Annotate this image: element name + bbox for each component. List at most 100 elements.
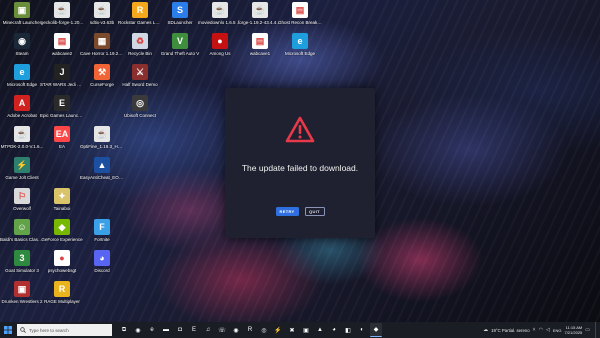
baldi-icon: ☺: [14, 219, 30, 235]
desktop-icon-label: moviedownlo 1.6.5 (1): [198, 20, 242, 25]
steam-icon[interactable]: ◉: [230, 323, 242, 337]
xbox-icon[interactable]: ✖: [286, 323, 298, 337]
recycle-bin-icon: ♻: [132, 33, 148, 49]
epic-games-icon[interactable]: E: [188, 323, 200, 337]
office-icon[interactable]: ◧: [342, 323, 354, 337]
desktop-icon-label: Game Jolt Client: [5, 175, 39, 180]
desktop-icon[interactable]: ▤ wabcave2: [40, 33, 84, 67]
desktop-icon[interactable]: ▣ Minecraft Launcher: [0, 2, 44, 36]
desktop-icon-label: Half Sword Demo: [122, 82, 158, 87]
sdlauncher-icon: S: [172, 2, 188, 18]
desktop-icon[interactable]: R RAGE Multiplayer: [40, 281, 84, 315]
desktop-icon-label: Among Us: [209, 51, 231, 56]
desktop-icon[interactable]: J STAR WARS Jedi Survivor: [40, 64, 84, 98]
ubisoft-icon[interactable]: ◎: [258, 323, 270, 337]
desktop-icon[interactable]: V Grand Theft Auto V: [158, 33, 202, 67]
edge-icon[interactable]: e: [146, 323, 158, 337]
desktop-icon[interactable]: ● Among Us: [198, 33, 242, 67]
desktop-icon-label: Discord: [94, 268, 110, 273]
game-jolt-icon[interactable]: ⚡: [272, 323, 284, 337]
rockstar-icon: R: [132, 2, 148, 18]
notifications-icon[interactable]: ▭: [585, 327, 590, 333]
desktop-icon[interactable]: ▤ wabcave1: [238, 33, 282, 67]
retry-button[interactable]: RETRY: [275, 207, 299, 216]
desktop-icon-label: GeForce Experience: [41, 237, 83, 242]
rage-mp-icon: R: [54, 281, 70, 297]
document-icon: ▤: [252, 33, 268, 49]
desktop-icon[interactable]: ☕ MTPDK-2.0.0-V.1.6...: [0, 126, 44, 160]
desktop-icon[interactable]: ◆ GeForce Experience: [40, 219, 84, 253]
desktop-icon[interactable]: F Fortnite: [80, 219, 124, 253]
desktop-icon[interactable]: ⚡ Game Jolt Client: [0, 157, 44, 191]
store-icon[interactable]: ◘: [174, 323, 186, 337]
epic-games-icon: E: [54, 95, 70, 111]
pinned-apps: ⧉ ◉ e ▬ ◘ E ♫ ☏ ◉ R ◎ ⚡ ✖ ▣ ▲ ◕ ◧ ◐ ◆: [118, 323, 382, 337]
desktop-icon[interactable]: e Microsoft Edge: [278, 33, 322, 67]
file-explorer-icon[interactable]: ▬: [160, 323, 172, 337]
desktop-icon[interactable]: S SDLauncher: [158, 2, 202, 36]
game-jolt-icon: ⚡: [14, 157, 30, 173]
desktop-icon-label: EA: [58, 144, 65, 149]
desktop-icon[interactable]: ◉ Steam: [0, 33, 44, 67]
whatsapp-icon[interactable]: ☏: [216, 323, 228, 337]
desktop-icon[interactable]: ● psychowebsgt: [40, 250, 84, 284]
desktop-icon[interactable]: ⚔ Half Sword Demo: [118, 64, 162, 98]
search-icon: [20, 327, 26, 333]
desktop-icon[interactable]: A Adobe Acrobat: [0, 95, 44, 129]
desktop-icon-label: forge-1.19.2-43.4.4... (1): [238, 20, 282, 25]
desktop-icon[interactable]: ▲ EasyAntiCheat_EOS... - Shortcut: [80, 157, 124, 191]
taskbar-search-box[interactable]: Type here to search: [17, 324, 112, 336]
desktop-icon[interactable]: ◎ Ubisoft Connect: [118, 95, 162, 129]
wifi-icon[interactable]: ◠: [539, 327, 543, 333]
task-view-icon[interactable]: ⧉: [118, 323, 130, 337]
jedi-icon: J: [54, 64, 70, 80]
spotify-icon[interactable]: ♫: [202, 323, 214, 337]
desktop-icon[interactable]: R Rockstar Games Launcher: [118, 2, 162, 36]
chevron-up-icon[interactable]: ˄: [533, 327, 536, 333]
volume-icon[interactable]: ◁: [546, 327, 550, 333]
desktop-icon[interactable]: ◕ Discord: [80, 250, 124, 284]
java-file-icon: ☕: [94, 2, 110, 18]
desktop-icon[interactable]: ⚐ Overwolf: [0, 188, 44, 222]
java-file-icon: ☕: [54, 2, 70, 18]
desktop-icon[interactable]: ✦ Tainaboi: [40, 188, 84, 222]
desktop-icon-label: Grand Theft Auto V: [160, 51, 200, 56]
clock-date: 7/21/2025: [564, 330, 583, 335]
desktop-icon[interactable]: 3 Goat Simulator 3: [0, 250, 44, 284]
java-file-icon: ☕: [94, 126, 110, 142]
language-indicator[interactable]: ENG: [553, 328, 562, 333]
desktop-icon[interactable]: ♻ Recycle Bin: [118, 33, 162, 67]
desktop-icon-label: RAGE Multiplayer: [44, 299, 80, 304]
desktop-icon-label: SDLauncher: [167, 20, 193, 25]
desktop-icon-label: Microsoft Edge: [6, 82, 37, 87]
clock[interactable]: 11:15 AM 7/21/2025: [564, 325, 582, 335]
desktop-icon[interactable]: ☕ OptiFine_1.19.3_HD_...: [80, 126, 124, 160]
desktop-icon[interactable]: ▣ Drunken Wrestlers 2: [0, 281, 44, 315]
desktop-icon[interactable]: EA EA: [40, 126, 84, 160]
desktop-icon[interactable]: ☕ geckolib-forge-1.20...: [40, 2, 84, 36]
java-file-icon: ☕: [212, 2, 228, 18]
desktop-icon[interactable]: e Microsoft Edge: [0, 64, 44, 98]
discord-icon[interactable]: ◕: [328, 323, 340, 337]
desktop-icon[interactable]: ▤ Ghost Recon Breakpoint Demo: [278, 2, 322, 36]
desktop-icon[interactable]: ☕ forge-1.19.2-43.4.4... (1): [238, 2, 282, 36]
photos-icon[interactable]: ▲: [314, 323, 326, 337]
error-message: The update failed to download.: [241, 163, 359, 173]
rockstar-icon[interactable]: R: [244, 323, 256, 337]
start-button[interactable]: [0, 322, 16, 338]
acrobat-icon: A: [14, 95, 30, 111]
quit-button[interactable]: QUIT: [304, 207, 325, 216]
weather-text[interactable]: 19°C Partial. sereno: [491, 328, 530, 333]
desktop-icon-label: Fortnite: [94, 237, 110, 242]
desktop-icon[interactable]: ☺ Baldi's Basics Classic Remastered: [0, 219, 44, 253]
desktop-icon-label: STAR WARS Jedi Survivor: [40, 82, 84, 87]
chrome-icon[interactable]: ◉: [132, 323, 144, 337]
show-desktop-button[interactable]: [595, 322, 597, 338]
desktop-icon[interactable]: E Epic Games Launcher: [40, 95, 84, 129]
screen-capture-icon[interactable]: ◐: [356, 323, 368, 337]
desktop-icon[interactable]: ☕ moviedownlo 1.6.5 (1): [198, 2, 242, 36]
minecraft-icon[interactable]: ▣: [300, 323, 312, 337]
windows-logo-icon: [4, 326, 12, 334]
overwolf-icon: ⚐: [14, 188, 30, 204]
game-app-icon[interactable]: ◆: [370, 323, 382, 337]
